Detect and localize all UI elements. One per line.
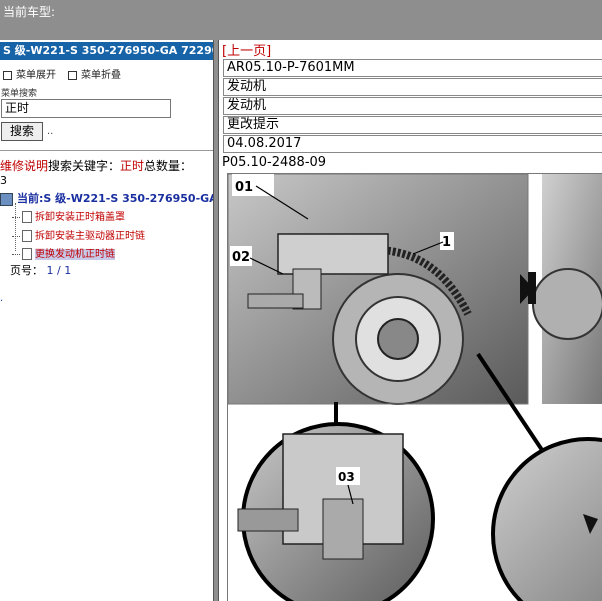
tree-item-label: 更换发动机正时链 (35, 249, 115, 260)
info-prefix: 维修说明 (0, 159, 49, 173)
callout-1: 1 (442, 235, 451, 250)
collapse-icon (68, 70, 77, 80)
search-button[interactable]: 搜索 (1, 122, 43, 141)
menu-expand-control[interactable]: 菜单展开 (3, 70, 56, 81)
tree-item-1[interactable]: 拆卸安装正时箱盖罩 (12, 208, 125, 223)
change-note-row: 更改提示 (223, 116, 602, 134)
result-count: 3 (0, 174, 7, 187)
callout-01: 01 (235, 180, 253, 195)
tree-item-2[interactable]: 拆卸安装主驱动器正时链 (12, 227, 145, 242)
category-row: 发动机 (223, 78, 602, 96)
pager: 页号： 1 / 1 (10, 262, 71, 278)
tree-item-3[interactable]: 更换发动机正时链 (12, 245, 115, 260)
content-panel: [上一页] AR05.10-P-7601MM 发动机 发动机 更改提示 04.0… (219, 40, 602, 601)
current-model-title: 当前车型: (3, 5, 56, 19)
menu-controls: 菜单展开 菜单折叠 (3, 66, 121, 81)
stray-dot: . (0, 293, 4, 304)
repair-illustration: 01 02 1 03 (227, 173, 602, 601)
figure-id: P05.10-2488-09 (222, 155, 327, 170)
model-name: S 级-W221-S 350-276950-GA 722906 (3, 44, 213, 57)
tree-item-label: 拆卸安装正时箱盖罩 (35, 212, 125, 223)
model-selector-bar[interactable]: S 级-W221-S 350-276950-GA 722906 (0, 42, 213, 60)
prev-page-link[interactable]: [上一页] (222, 40, 271, 59)
menu-collapse-control[interactable]: 菜单折叠 (68, 70, 121, 81)
info-keyword-label: 搜索关键字： (48, 159, 121, 173)
subcategory-row: 发动机 (223, 97, 602, 115)
illustration-svg: 01 02 1 03 (228, 174, 602, 601)
menu-expand-label: 菜单展开 (16, 70, 56, 81)
expand-icon (3, 70, 12, 80)
document-icon (22, 211, 32, 223)
info-count-label: 总数量： (144, 159, 193, 173)
tree-root[interactable]: 当前:S 级-W221-S 350-276950-GA 722906 (0, 190, 213, 206)
divider (0, 150, 213, 151)
top-bar: 当前车型: (0, 0, 602, 40)
doc-code-row: AR05.10-P-7601MM (223, 59, 602, 77)
document-icon (22, 248, 32, 260)
tree-root-label: 当前:S 级-W221-S 350-276950-GA 722906 (17, 192, 213, 205)
callout-03: 03 (338, 470, 355, 484)
tree-item-label: 拆卸安装主驱动器正时链 (35, 231, 145, 242)
date-row: 04.08.2017 (223, 135, 602, 153)
left-panel: S 级-W221-S 350-276950-GA 722906 菜单展开 菜单折叠… (0, 40, 213, 601)
search-info: 维修说明搜索关键字：正时总数量： (0, 157, 192, 174)
info-keyword: 正时 (120, 159, 145, 173)
document-icon (22, 230, 32, 242)
pager-label: 页号： (10, 264, 43, 277)
search-dots: .. (47, 126, 54, 137)
pager-value[interactable]: 1 / 1 (47, 264, 72, 277)
search-label: 菜单搜索 (1, 89, 38, 99)
callout-02: 02 (232, 250, 250, 265)
menu-collapse-label: 菜单折叠 (81, 70, 121, 81)
computer-icon (0, 192, 13, 206)
search-input[interactable]: 正时 (1, 99, 171, 118)
